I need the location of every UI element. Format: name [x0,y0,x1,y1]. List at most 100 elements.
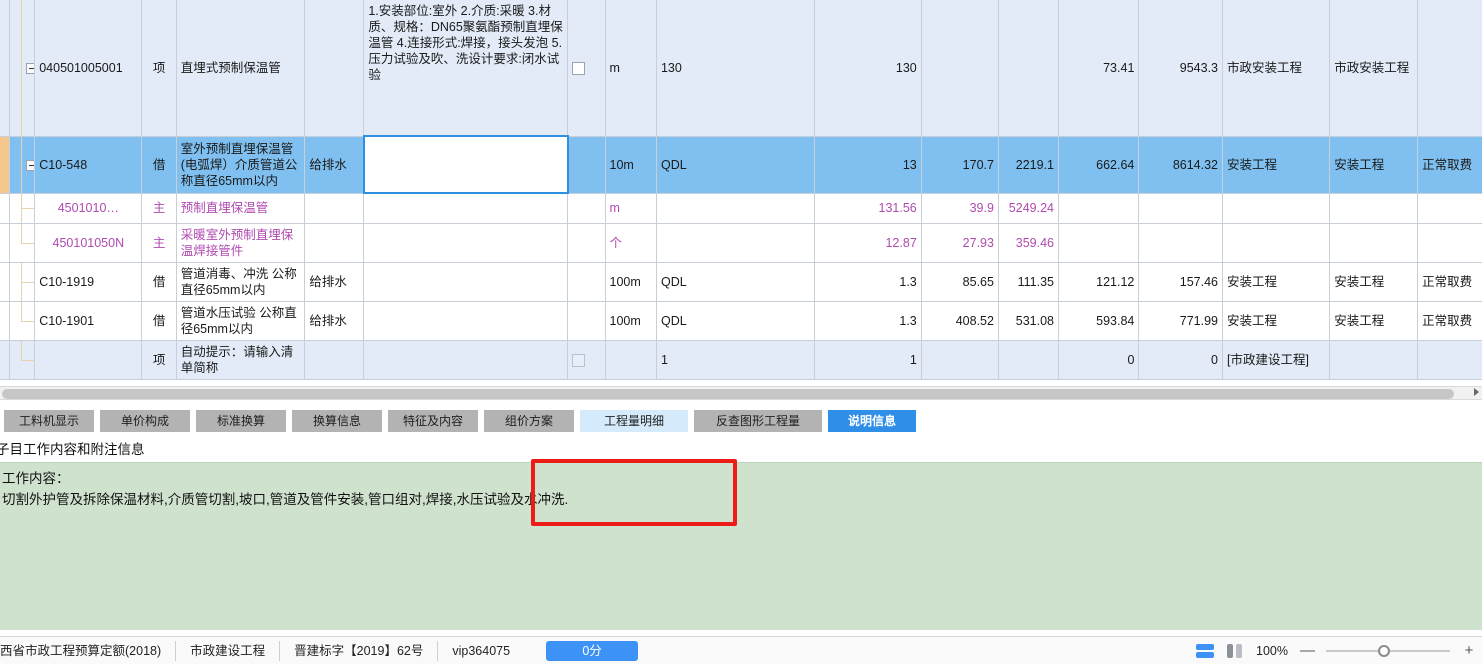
cell-code[interactable]: C10-1901 [34,301,143,341]
cell-total[interactable] [998,340,1059,380]
cell-project1[interactable]: 安装工程 [1222,136,1331,194]
cell-profession[interactable] [304,223,365,263]
cell-comp-price[interactable]: 0 [1058,340,1140,380]
scroll-right-arrow-icon[interactable] [1474,388,1479,396]
cell-total[interactable]: 2219.1 [998,136,1059,194]
cell-price[interactable]: 85.65 [921,262,999,302]
cell-features[interactable] [363,340,568,380]
cell-qty[interactable]: 130 [814,0,922,137]
cell-comp-total[interactable] [1138,223,1223,263]
zoom-slider[interactable] [1326,644,1450,658]
cell-checkbox[interactable] [567,0,606,137]
cell-qty[interactable]: 12.87 [814,223,922,263]
cell-price[interactable]: 170.7 [921,136,999,194]
collapse-icon[interactable] [25,62,34,74]
cell-project1[interactable]: 安装工程 [1222,262,1331,302]
cell-total[interactable]: 5249.24 [998,193,1059,224]
cell-comp-total[interactable]: 0 [1138,340,1223,380]
row-header[interactable] [0,193,10,224]
cell-comp-price[interactable] [1058,193,1140,224]
cell-type[interactable]: 借 [141,136,177,194]
cell-name[interactable]: 管道消毒、冲洗 公称直径65mm以内 [176,262,306,302]
cell-code[interactable] [34,340,143,380]
row-header[interactable] [0,223,10,263]
cell-checkbox[interactable] [567,301,606,341]
cell-unit[interactable] [605,340,657,380]
cell-profession[interactable] [304,0,365,137]
cell-fee[interactable]: 正常取费 [1417,301,1482,341]
cell-code[interactable]: C10-548 [34,136,143,194]
table-row[interactable]: 450101050N 主 采暖室外预制直埋保温焊接管件 个 12.87 27.9… [0,223,1482,263]
table-row[interactable]: C10-1919 借 管道消毒、冲洗 公称直径65mm以内 给排水 100m Q… [0,262,1482,302]
tab-特征及内容[interactable]: 特征及内容 [388,410,480,432]
tab-换算信息[interactable]: 换算信息 [292,410,384,432]
cell-qty[interactable]: 1.3 [814,301,922,341]
cell-name[interactable]: 预制直埋保温管 [176,193,306,224]
cell-qty[interactable]: 131.56 [814,193,922,224]
cell-profession[interactable] [304,193,365,224]
cell-profession[interactable] [304,340,365,380]
cell-features[interactable] [363,223,568,263]
cell-profession[interactable]: 给排水 [304,262,365,302]
cell-checkbox[interactable] [567,136,606,194]
cell-name[interactable]: 直埋式预制保温管 [176,0,306,137]
cell-type[interactable]: 项 [141,340,177,380]
zoom-out-button[interactable]: — [1300,642,1315,659]
zoom-slider-knob[interactable] [1378,644,1390,657]
cell-fee[interactable] [1417,223,1482,263]
split-vertical-icon[interactable] [1226,643,1244,658]
cell-qty-expr[interactable] [656,223,815,263]
cell-project2[interactable] [1329,340,1419,380]
cell-name-placeholder[interactable]: 自动提示：请输入清单简称 [176,340,306,380]
detail-tab-bar[interactable]: 工料机显示 单价构成 标准换算 换算信息 特征及内容 组价方案 工程量明细 反查… [0,410,1482,432]
cell-comp-total[interactable]: 771.99 [1138,301,1223,341]
cell-project1[interactable]: 安装工程 [1222,301,1331,341]
cell-name[interactable]: 室外预制直埋保温管(电弧焊）介质管道公称直径65mm以内 [176,136,306,194]
row-header[interactable] [0,262,10,302]
cell-fee[interactable]: 正常取费 [1417,262,1482,302]
scrollbar-thumb[interactable] [2,389,1454,399]
tab-组价方案[interactable]: 组价方案 [484,410,576,432]
grid-horizontal-scrollbar[interactable] [0,386,1482,400]
cell-project2[interactable] [1329,223,1419,263]
checkbox-icon[interactable] [572,353,585,367]
cell-qty-expr[interactable]: 130 [656,0,815,137]
table-row[interactable]: C10-1901 借 管道水压试验 公称直径65mm以内 给排水 100m QD… [0,301,1482,341]
cell-code[interactable]: 040501005001 [34,0,143,137]
cell-code[interactable]: C10-1919 [34,262,143,302]
cell-fee[interactable]: 正常取费 [1417,136,1482,194]
cell-checkbox[interactable] [567,223,606,263]
cell-qty-expr[interactable]: QDL [656,262,815,302]
tab-反查图形工程量[interactable]: 反查图形工程量 [694,410,824,432]
cell-fee[interactable] [1417,193,1482,224]
cell-project2[interactable]: 安装工程 [1329,301,1419,341]
cell-comp-total[interactable] [1138,193,1223,224]
cell-qty-expr[interactable]: QDL [656,301,815,341]
cell-comp-price[interactable]: 593.84 [1058,301,1140,341]
row-header[interactable] [0,0,10,137]
cell-comp-price[interactable]: 73.41 [1058,0,1140,137]
cell-features[interactable] [363,301,568,341]
cell-total[interactable]: 359.46 [998,223,1059,263]
cell-project1[interactable]: [市政建设工程] [1222,340,1331,380]
cell-unit[interactable]: 100m [605,301,657,341]
cell-checkbox[interactable] [567,193,606,224]
cell-total[interactable] [998,0,1059,137]
cell-fee[interactable] [1417,0,1482,137]
score-button[interactable]: 0分 [546,640,639,661]
cell-total[interactable]: 531.08 [998,301,1059,341]
tree-toggle-cell[interactable] [9,0,36,137]
row-header[interactable] [0,136,10,194]
cell-unit[interactable]: 100m [605,262,657,302]
cell-price[interactable] [921,340,999,380]
tab-工程量明细[interactable]: 工程量明细 [580,410,690,432]
cell-comp-total[interactable]: 9543.3 [1138,0,1223,137]
cell-code[interactable]: 4501010… [34,193,143,224]
cell-project1[interactable]: 市政安装工程 [1222,0,1331,137]
bill-items-grid[interactable]: 040501005001 项 直埋式预制保温管 1.安装部位:室外 2.介质:采… [0,0,1482,380]
zoom-in-button[interactable]: + [1462,642,1476,659]
cell-price[interactable]: 408.52 [921,301,999,341]
cell-fee[interactable] [1417,340,1482,380]
split-horizontal-icon[interactable] [1196,643,1215,658]
tab-说明信息[interactable]: 说明信息 [828,410,918,432]
